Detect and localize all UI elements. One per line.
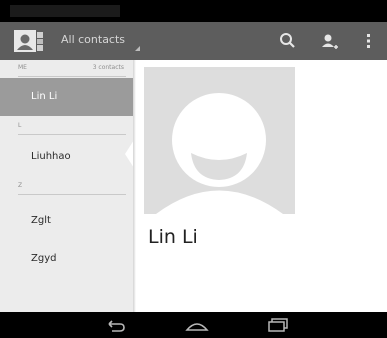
list-item[interactable]: Zglt bbox=[0, 202, 133, 240]
home-icon[interactable] bbox=[182, 315, 212, 335]
contact-name: Liuhhao bbox=[31, 151, 71, 162]
section-letter: L bbox=[18, 122, 22, 129]
section-header-l: L bbox=[18, 120, 126, 135]
section-header-z: Z bbox=[18, 180, 126, 195]
list-item[interactable]: Zgyd bbox=[0, 240, 133, 278]
section-header-me: ME 3 contacts bbox=[18, 62, 126, 77]
contact-name: Zgyd bbox=[31, 253, 57, 264]
section-label: ME bbox=[18, 64, 27, 71]
recents-icon[interactable] bbox=[262, 315, 292, 335]
contact-detail: Lin Li bbox=[136, 60, 387, 312]
action-bar: All contacts bbox=[0, 22, 387, 60]
contact-name: Zglt bbox=[31, 215, 51, 226]
contact-list[interactable]: ME 3 contacts Lin Li L Liuhhao Z Zglt Zg… bbox=[0, 60, 134, 312]
contact-name-heading: Lin Li bbox=[148, 226, 198, 248]
search-icon[interactable] bbox=[274, 28, 302, 54]
list-item[interactable]: Liuhhao bbox=[0, 138, 133, 176]
navigation-bar bbox=[0, 312, 387, 338]
back-icon[interactable] bbox=[100, 315, 130, 335]
spinner-indicator bbox=[135, 46, 140, 51]
add-person-icon[interactable] bbox=[315, 28, 343, 54]
status-bar bbox=[0, 0, 387, 22]
contact-name: Lin Li bbox=[31, 91, 58, 102]
contact-count: 3 contacts bbox=[92, 64, 124, 71]
contacts-app-icon[interactable] bbox=[14, 30, 44, 54]
section-letter: Z bbox=[18, 182, 23, 189]
status-bar-notifications bbox=[10, 5, 120, 17]
overflow-menu-icon[interactable] bbox=[355, 28, 383, 54]
view-title[interactable]: All contacts bbox=[61, 33, 125, 46]
list-item[interactable]: Lin Li bbox=[0, 78, 133, 116]
contact-photo[interactable] bbox=[144, 67, 295, 214]
default-avatar-icon bbox=[156, 93, 283, 214]
